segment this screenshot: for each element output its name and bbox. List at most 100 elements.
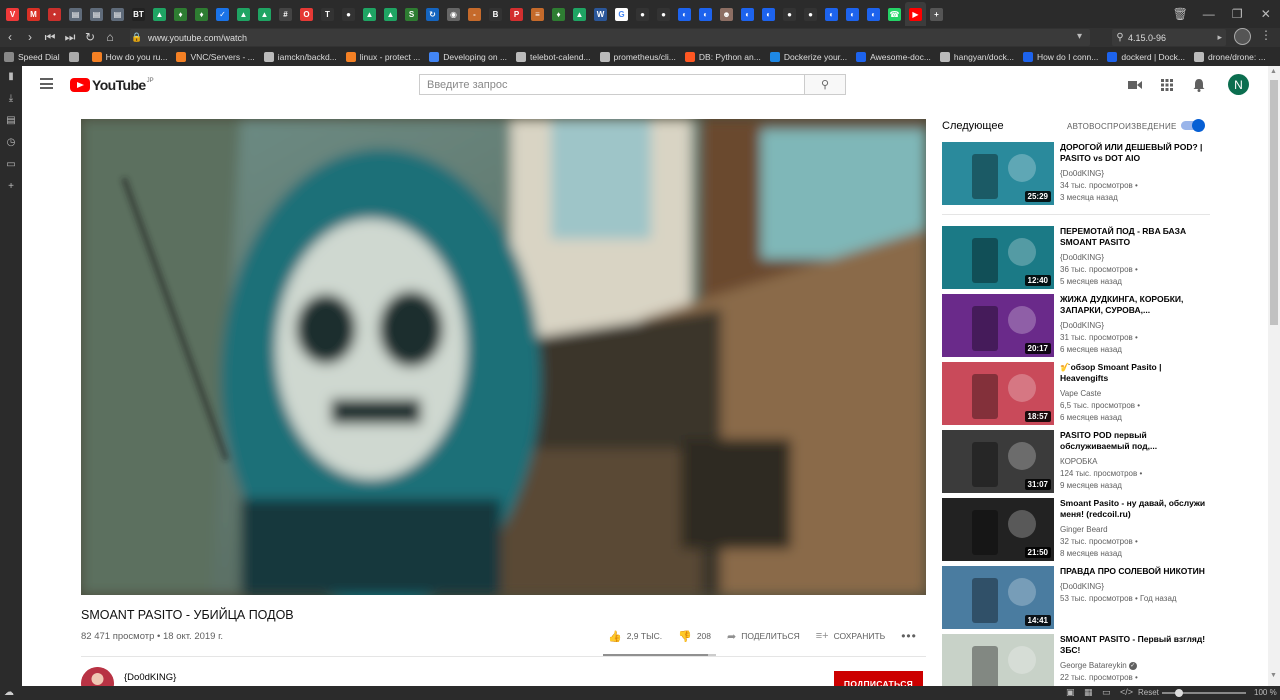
zoom-slider-knob[interactable] (1175, 689, 1183, 697)
bookmark-item[interactable]: hangyan/dock... (939, 51, 1014, 62)
browser-tab-docker[interactable]: ◐ (674, 2, 695, 26)
search-button[interactable]: ⚲ (804, 74, 846, 95)
bookmark-item[interactable]: drone/drone: ... (1193, 51, 1266, 62)
browser-tab-docker[interactable]: ◐ (737, 2, 758, 26)
recommended-video[interactable]: 18:57 🎷обзор Smoant Pasito | Heavengifts V… (942, 362, 1210, 426)
browser-tab-bars[interactable]: ≡ (527, 2, 548, 26)
reload-icon[interactable]: ↻ (80, 28, 100, 47)
bookmark-item[interactable]: VNC/Servers - ... (176, 51, 255, 62)
browser-tab-drive[interactable]: ▲ (569, 2, 590, 26)
browser-tab-github[interactable]: ● (800, 2, 821, 26)
scroll-up-icon[interactable]: ▲ (1270, 68, 1277, 75)
browser-tab-doc[interactable]: ▤ (86, 2, 107, 26)
browser-tab-drive[interactable]: ▲ (233, 2, 254, 26)
channel-name[interactable]: {Do0dKING} (1060, 252, 1208, 264)
recommended-video[interactable]: 12:40 ПЕРЕМОТАЙ ПОД - RBA БАЗА SMOANT PAS… (942, 226, 1210, 290)
close-icon[interactable]: ✕ (1252, 7, 1280, 21)
youtube-logo[interactable]: YouTube JP (70, 77, 154, 93)
recommended-video[interactable]: 14:41 ПРАВДА ПРО СОЛЕВОЙ НИКОТИН {Do0dKING… (942, 566, 1210, 630)
browser-tab-github[interactable]: ● (338, 2, 359, 26)
browser-tab-github[interactable]: ● (632, 2, 653, 26)
notifications-bell-icon[interactable] (1190, 76, 1208, 94)
browser-tab-globe[interactable]: ◉ (443, 2, 464, 26)
bookmark-item[interactable]: dockerd | Dock... (1107, 51, 1185, 62)
browser-tab-opera[interactable]: O (296, 2, 317, 26)
home-icon[interactable]: ⌂ (100, 28, 120, 47)
browser-tab-leaf[interactable]: ♦ (170, 2, 191, 26)
browser-tab-drive[interactable]: ▲ (359, 2, 380, 26)
recommended-video[interactable]: 31:07 PASITO POD первый обслуживаемый под… (942, 430, 1210, 494)
browser-search-field[interactable]: ⚲ 4.15.0-96 ▸ (1112, 29, 1226, 46)
like-button[interactable]: 👍 2,9 ТЫС. (608, 630, 662, 643)
channel-name[interactable]: Ginger Beard (1060, 524, 1208, 536)
browser-tab-leaf[interactable]: ♦ (191, 2, 212, 26)
channel-name[interactable]: {Do0dKING} (1060, 168, 1208, 180)
trash-icon[interactable]: 🗑 (1166, 7, 1195, 21)
share-button[interactable]: ➦ ПОДЕЛИТЬСЯ (727, 630, 800, 643)
notes-icon[interactable]: ▤ (0, 110, 22, 132)
recommended-video[interactable]: 25:29 ДОРОГОЙ ИЛИ ДЕШЕВЫЙ POD? | PASITO v… (942, 142, 1210, 206)
back-icon[interactable]: ‹ (0, 28, 20, 47)
bookmark-item[interactable]: Awesome-doc... (856, 51, 931, 62)
recommended-video[interactable]: 21:50 Smoant Pasito - ну давай, обслужи м… (942, 498, 1210, 562)
channel-name[interactable]: George Batareykin ✓ (1060, 660, 1208, 672)
more-actions-button[interactable]: ••• (901, 629, 917, 643)
bookmark-item[interactable]: iamckn/backd... (263, 51, 337, 62)
browser-tab-s[interactable]: S (401, 2, 422, 26)
video-thumbnail[interactable]: 25:29 (942, 142, 1054, 205)
video-thumbnail[interactable]: 21:50 (942, 498, 1054, 561)
channel-name[interactable]: Vape Caste (1060, 388, 1208, 400)
video-title[interactable]: ПЕРЕМОТАЙ ПОД - RBA БАЗА SMOANT PASITO (1060, 226, 1208, 248)
browser-tab-check[interactable]: ✓ (212, 2, 233, 26)
video-title[interactable]: PASITO POD первый обслуживаемый под,... (1060, 430, 1208, 452)
scrollbar-thumb[interactable] (1270, 80, 1278, 325)
page-scrollbar[interactable]: ▲ ▼ (1268, 66, 1280, 686)
browser-tab-bt[interactable]: BT (128, 2, 149, 26)
maximize-icon[interactable]: ❐ (1223, 7, 1252, 21)
bookmark-item[interactable]: linux - protect ... (345, 51, 420, 62)
browser-tab-leaf[interactable]: ♦ (548, 2, 569, 26)
add-panel-icon[interactable]: + (0, 176, 22, 198)
browser-tab-docker[interactable]: ◐ (758, 2, 779, 26)
page-actions-icon[interactable]: </> (1120, 687, 1133, 697)
browser-tab-chat[interactable]: • (44, 2, 65, 26)
browser-tab-whatsapp[interactable]: ☎ (884, 2, 905, 26)
video-title[interactable]: SMOANT PASITO - Первый взгляд! ЗБС! (1060, 634, 1208, 656)
bookmarks-panel-icon[interactable]: ▮ (0, 66, 22, 88)
apps-grid-icon[interactable] (1158, 76, 1176, 94)
bookmark-icon[interactable]: ▾ (1077, 31, 1082, 42)
browser-tab-doc[interactable]: ▤ (107, 2, 128, 26)
browser-tab-t[interactable]: T (317, 2, 338, 26)
video-player[interactable] (81, 119, 926, 595)
minimize-icon[interactable]: — (1195, 7, 1224, 21)
autoplay-toggle[interactable] (1181, 119, 1205, 132)
dislike-button[interactable]: 👎 208 (678, 630, 711, 643)
browser-tab-github[interactable]: ● (653, 2, 674, 26)
downloads-icon[interactable]: ⤓ (0, 88, 22, 110)
rewind-icon[interactable]: ⏮ (40, 28, 60, 47)
channel-name[interactable]: {Do0dKING} (1060, 320, 1208, 332)
search-go-icon[interactable]: ▸ (1217, 32, 1222, 43)
bookmark-item[interactable] (68, 51, 83, 62)
zoom-reset[interactable]: Reset (1138, 688, 1159, 697)
scroll-down-icon[interactable]: ▼ (1270, 672, 1277, 679)
browser-tab-docker[interactable]: ◐ (695, 2, 716, 26)
channel-name[interactable]: {Do0dKING} (124, 672, 176, 683)
bookmark-item[interactable]: How do I conn... (1022, 51, 1098, 62)
browser-tab-youtube[interactable]: ▶ (905, 2, 926, 26)
forward-icon[interactable]: › (20, 28, 40, 47)
menu-icon[interactable] (40, 78, 53, 89)
browser-tab-drive[interactable]: ▲ (254, 2, 275, 26)
video-title[interactable]: ПРАВДА ПРО СОЛЕВОЙ НИКОТИН (1060, 566, 1208, 577)
browser-tab-new-tab[interactable]: + (926, 2, 947, 26)
browser-tab-dash[interactable]: - (464, 2, 485, 26)
browser-tab-docker[interactable]: ◐ (821, 2, 842, 26)
browser-tab-github[interactable]: ● (779, 2, 800, 26)
browser-tab-doc[interactable]: ▤ (65, 2, 86, 26)
browser-tab-person[interactable]: ☻ (716, 2, 737, 26)
video-thumbnail[interactable]: 12:40 (942, 226, 1054, 289)
channel-name[interactable]: КОРОБКА (1060, 456, 1208, 468)
create-video-icon[interactable] (1126, 76, 1144, 94)
bookmark-item[interactable]: Speed Dial (4, 51, 60, 62)
browser-tab-docker[interactable]: ◐ (863, 2, 884, 26)
